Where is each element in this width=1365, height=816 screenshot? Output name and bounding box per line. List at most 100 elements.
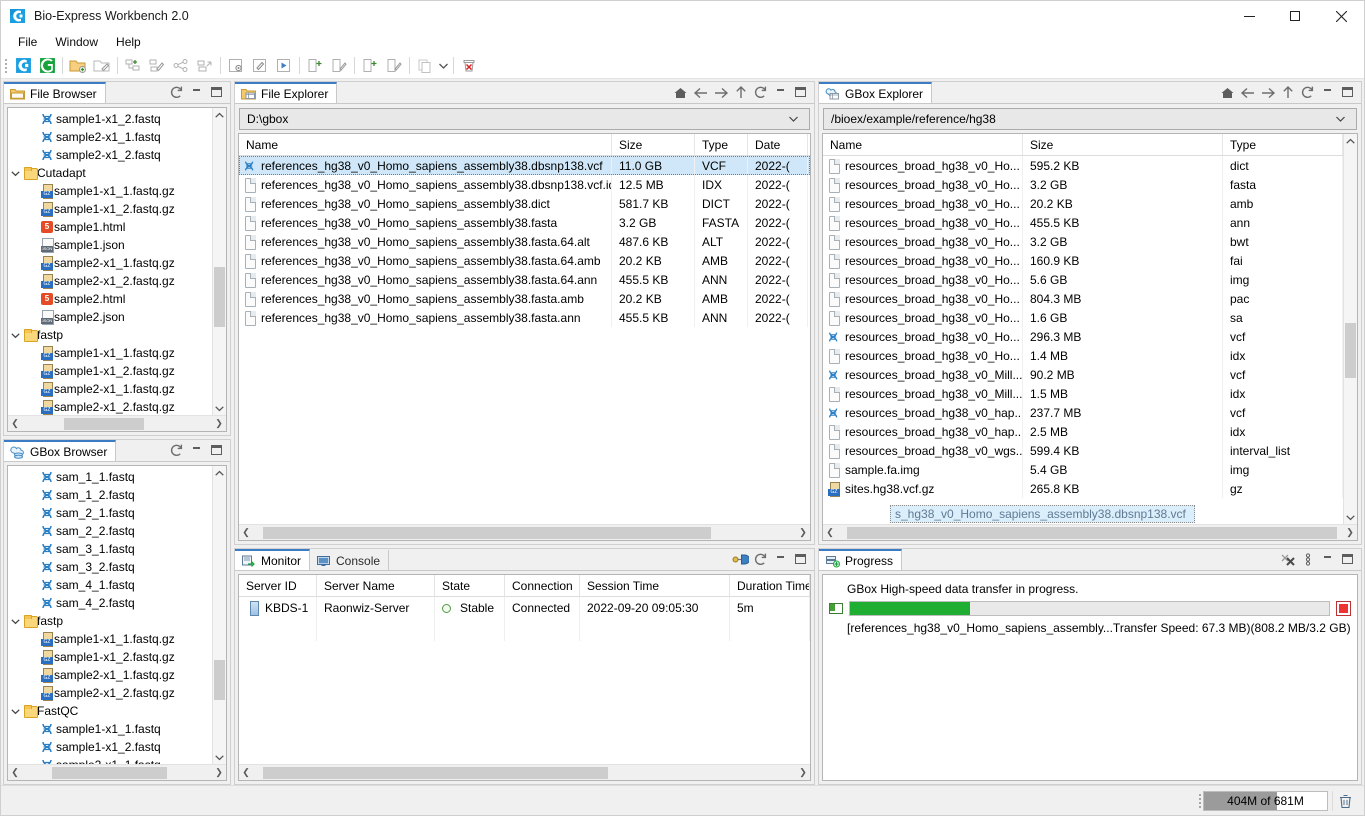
table-row[interactable]: resources_broad_hg38_v0_Ho... 804.3 MB pac	[823, 289, 1343, 308]
scroll-down-icon[interactable]	[213, 401, 227, 415]
edit-template-icon[interactable]	[382, 55, 406, 77]
tab-file-explorer[interactable]: File Explorer	[235, 82, 338, 103]
tree-item[interactable]: sample2-x1_1.fastq	[8, 128, 212, 146]
table-row[interactable]: references_hg38_v0_Homo_sapiens_assembly…	[239, 270, 810, 289]
table-row[interactable]: resources_broad_hg38_v0_Ho... 3.2 GB fasta	[823, 175, 1343, 194]
scroll-up-icon[interactable]	[213, 466, 227, 480]
tree-item[interactable]: sam_4_2.fastq	[8, 594, 212, 612]
edit-workflow-icon[interactable]	[248, 55, 272, 77]
edit-document-icon[interactable]	[327, 55, 351, 77]
bio-express-project-icon[interactable]	[11, 55, 35, 77]
monitor-hscrollbar[interactable]: ❮ ❯	[239, 764, 810, 780]
stop-all-icon[interactable]	[1278, 550, 1297, 569]
tab-console[interactable]: Console	[310, 549, 390, 570]
file-explorer-path-combo[interactable]: D:\gbox	[239, 108, 810, 130]
scroll-up-icon[interactable]	[213, 108, 227, 122]
tree-item[interactable]: sam_2_1.fastq	[8, 504, 212, 522]
monitor-rows[interactable]: KBDS-1 Raonwiz-Server Stable Connected 2022-…	[239, 597, 810, 641]
tree-item[interactable]: sample1.html	[8, 218, 212, 236]
home-icon[interactable]	[671, 83, 690, 102]
table-row[interactable]: resources_broad_hg38_v0_Mill... 1.5 MB idx	[823, 384, 1343, 403]
maximize-view-icon[interactable]	[791, 83, 810, 102]
tree-item[interactable]: sample2-x1_1.fastq.gz	[8, 254, 212, 272]
monitor-row[interactable]: KBDS-1 Raonwiz-Server Stable Connected 2022-…	[239, 597, 810, 619]
minimize-button[interactable]	[1226, 1, 1272, 32]
table-row[interactable]: resources_broad_hg38_v0_Ho... 1.6 GB sa	[823, 308, 1343, 327]
tree-item[interactable]: FastQC	[8, 702, 212, 720]
scroll-left-icon[interactable]: ❮	[239, 767, 253, 778]
tree-item[interactable]: sample1-x1_1.fastq	[8, 720, 212, 738]
tree-item[interactable]: sample2-x1_1.fastq.gz	[8, 380, 212, 398]
tree-item[interactable]: sample1-x1_1.fastq.gz	[8, 630, 212, 648]
column-header[interactable]: Name	[823, 134, 1023, 155]
column-header[interactable]: Name	[239, 134, 612, 155]
file-explorer-header[interactable]: Name Size Type Date	[239, 134, 810, 156]
tab-progress[interactable]: Progress	[819, 549, 903, 570]
maximize-view-icon[interactable]	[1338, 550, 1357, 569]
scroll-thumb[interactable]	[263, 766, 608, 779]
scroll-left-icon[interactable]: ❮	[239, 527, 253, 538]
expand-collapse-icon[interactable]	[8, 618, 23, 625]
menu-file[interactable]: File	[9, 33, 46, 52]
menu-help[interactable]: Help	[107, 33, 150, 52]
more-options-icon[interactable]	[1298, 550, 1317, 569]
new-document-icon[interactable]	[303, 55, 327, 77]
tree-item[interactable]: sample2-x1_1.fastq.gz	[8, 666, 212, 684]
maximize-view-icon[interactable]	[207, 441, 226, 460]
maximize-view-icon[interactable]	[1338, 83, 1357, 102]
home-icon[interactable]	[1218, 83, 1237, 102]
tree-item[interactable]: sam_1_2.fastq	[8, 486, 212, 504]
tree-item[interactable]: sample1-x1_2.fastq	[8, 110, 212, 128]
table-row[interactable]: references_hg38_v0_Homo_sapiens_assembly…	[239, 194, 810, 213]
expand-collapse-icon[interactable]	[8, 332, 23, 339]
scroll-thumb[interactable]	[847, 526, 1337, 539]
tree-item[interactable]: sample1-x1_1.fastq.gz	[8, 344, 212, 362]
maximize-button[interactable]	[1272, 1, 1318, 32]
scroll-up-icon[interactable]	[1344, 134, 1358, 148]
scroll-right-icon[interactable]: ❯	[212, 418, 226, 429]
scroll-right-icon[interactable]: ❯	[796, 527, 810, 538]
table-row[interactable]: resources_broad_hg38_v0_Mill... 90.2 MB vc…	[823, 365, 1343, 384]
share-node-icon[interactable]	[169, 55, 193, 77]
refresh-icon[interactable]	[751, 550, 770, 569]
gbox-browser-vscrollbar[interactable]	[212, 466, 226, 764]
file-browser-vscrollbar[interactable]	[212, 108, 226, 415]
refresh-icon[interactable]	[751, 83, 770, 102]
copy-icon[interactable]	[413, 55, 437, 77]
gbox-project-icon[interactable]	[35, 55, 59, 77]
run-workflow-icon[interactable]	[272, 55, 296, 77]
tree-item[interactable]: sam_4_1.fastq	[8, 576, 212, 594]
tree-item[interactable]: Cutadapt	[8, 164, 212, 182]
scroll-thumb[interactable]	[263, 526, 711, 539]
tree-item[interactable]: sample2.html	[8, 290, 212, 308]
tree-item[interactable]: sam_1_1.fastq	[8, 468, 212, 486]
scroll-thumb[interactable]	[213, 660, 225, 700]
tree-item[interactable]: sam_3_2.fastq	[8, 558, 212, 576]
delete-icon[interactable]	[457, 55, 481, 77]
edit-folder-icon[interactable]	[90, 55, 114, 77]
tree-item[interactable]: sample2-x1_2.fastq.gz	[8, 272, 212, 290]
gbox-explorer-rows[interactable]: resources_broad_hg38_v0_Ho... 595.2 KB dic…	[823, 156, 1343, 524]
refresh-icon[interactable]	[167, 83, 186, 102]
scroll-right-icon[interactable]: ❯	[796, 767, 810, 778]
table-row[interactable]: references_hg38_v0_Homo_sapiens_assembly…	[239, 156, 810, 175]
column-header[interactable]: Server Name	[317, 575, 435, 597]
table-row[interactable]: resources_broad_hg38_v0_Ho... 595.2 KB dic…	[823, 156, 1343, 175]
minimize-view-icon[interactable]	[1318, 550, 1337, 569]
refresh-icon[interactable]	[1298, 83, 1317, 102]
scroll-right-icon[interactable]: ❯	[1343, 527, 1357, 538]
new-template-icon[interactable]	[358, 55, 382, 77]
gbox-explorer-hscrollbar[interactable]: ❮ ❯	[823, 524, 1357, 540]
table-row[interactable]: resources_broad_hg38_v0_Ho... 296.3 MB vcf	[823, 327, 1343, 346]
table-row[interactable]: resources_broad_hg38_v0_wgs... 599.4 KB in…	[823, 441, 1343, 460]
column-header[interactable]: Connection	[505, 575, 580, 597]
expand-collapse-icon[interactable]	[8, 708, 23, 715]
close-button[interactable]	[1318, 1, 1364, 32]
chevron-down-icon[interactable]	[789, 116, 807, 122]
edit-node-icon[interactable]	[145, 55, 169, 77]
gbox-explorer-path-combo[interactable]: /bioex/example/reference/hg38	[823, 108, 1357, 130]
chevron-down-icon[interactable]	[437, 55, 450, 77]
minimize-view-icon[interactable]	[771, 550, 790, 569]
column-header[interactable]: Session Time	[580, 575, 730, 597]
scroll-thumb[interactable]	[52, 766, 167, 779]
